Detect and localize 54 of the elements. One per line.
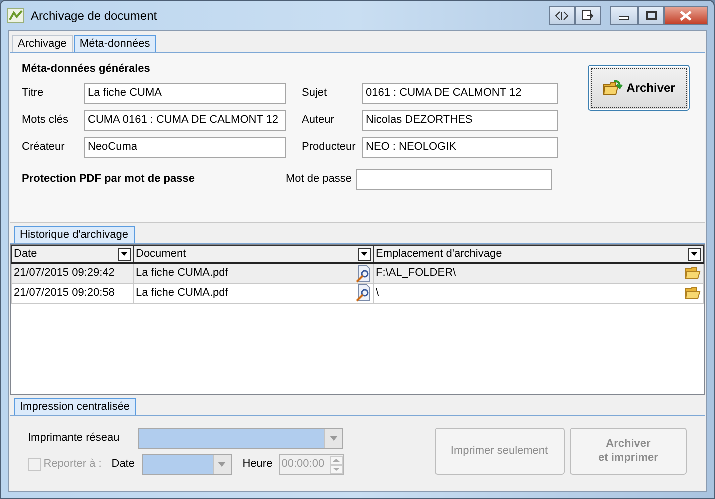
field-label: Auteur [302,113,336,128]
spinner-icon [330,456,343,474]
maximize-icon[interactable] [638,6,664,25]
close-icon[interactable] [664,6,708,25]
table-cell-text: La fiche CUMA.pdf [136,286,228,301]
export-icon[interactable] [575,6,602,25]
field-label: Producteur [302,140,357,156]
field-label: Mot de passe [286,172,354,188]
filter-dropdown[interactable] [358,248,371,260]
field-label: Mots clés [22,113,70,128]
column-header[interactable]: Document [136,246,186,262]
table-cell-text: La fiche CUMA.pdf [136,266,228,282]
caret-icon [218,462,226,467]
field-label: Imprimante réseau [28,430,121,446]
document-search-icon[interactable] [355,284,371,302]
text-field[interactable]: CUMA 0161 : CUMA DE CALMONT 12 [84,110,286,131]
print-tab[interactable]: Impression centralisée [14,398,136,414]
text-field[interactable]: La fiche CUMA [84,83,286,104]
section-title: Protection PDF par mot de passe [22,172,196,188]
text-field[interactable]: NEO : NEOLOGIK [362,137,558,158]
layout-switch-icon[interactable] [549,6,576,25]
field-label: Créateur [22,140,66,156]
table-cell: 21/07/2015 09:20:58 [12,283,134,304]
document-search-icon[interactable] [355,264,371,282]
caret-icon [361,252,368,256]
app-logo-icon [7,6,25,24]
history-tab[interactable]: Historique d'archivage [14,226,134,243]
tab[interactable]: Archivage [12,35,73,52]
field-label: Sujet [302,86,328,102]
folder-icon[interactable] [685,286,701,300]
section-title: Méta-données générales [22,62,152,77]
field-label: Date [112,457,136,472]
folder-arrow-icon [602,79,623,97]
checkbox-label: Reporter à : [44,457,103,472]
field-label: Titre [22,86,45,102]
text-field[interactable]: NeoCuma [84,137,286,158]
folder-icon[interactable] [685,267,701,280]
archive-button[interactable]: Archiver [588,65,690,111]
table-cell: 21/07/2015 09:29:42 [12,263,134,284]
minimize-icon[interactable] [610,6,638,25]
password-field[interactable] [356,169,552,190]
text-field[interactable]: Nicolas DEZORTHES [362,110,558,131]
caret-icon [691,252,698,256]
window-title: Archivage de document [31,8,158,24]
caret-icon [121,252,128,256]
table-cell-text: F:\AL_FOLDER\ [376,266,456,282]
table-cell-text: \ [376,286,380,301]
column-header[interactable]: Date [14,246,38,262]
tab[interactable]: Méta-données [74,35,156,52]
text-field[interactable]: 0161 : CUMA DE CALMONT 12 [362,83,558,104]
filter-dropdown[interactable] [118,248,131,260]
caret-icon [330,436,338,440]
filter-dropdown[interactable] [688,248,701,260]
field-label: Heure [242,457,274,472]
